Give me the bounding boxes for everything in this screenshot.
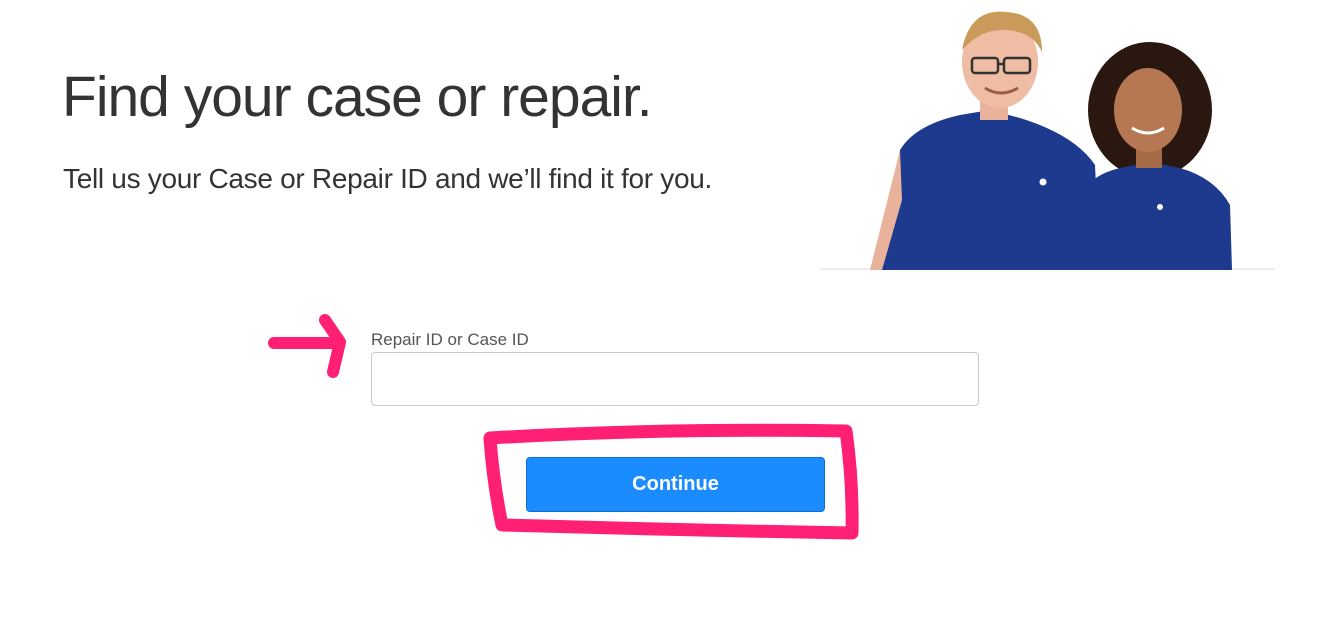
annotation-arrow-icon [268,314,346,378]
page-subtitle: Tell us your Case or Repair ID and we’ll… [63,163,712,194]
repair-id-label: Repair ID or Case ID [371,330,529,349]
hero-staff-image [820,11,1275,270]
repair-id-input[interactable] [371,352,979,406]
continue-button[interactable]: Continue [526,457,825,512]
page-title: Find your case or repair. [62,65,653,129]
